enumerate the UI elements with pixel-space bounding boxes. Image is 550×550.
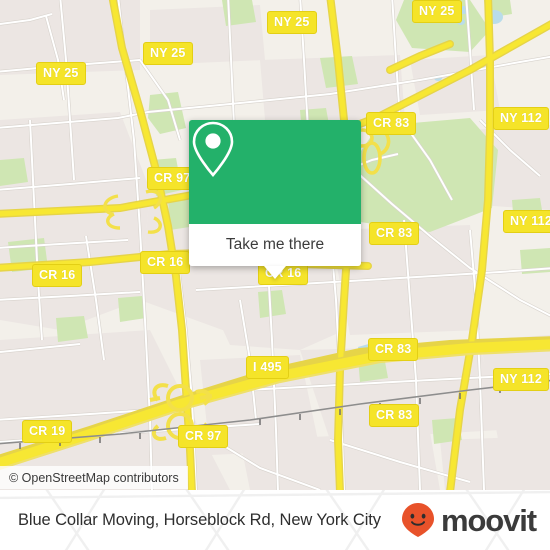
moovit-smiley-pin-icon: [401, 503, 434, 537]
road-shield: CR 16: [140, 251, 191, 274]
road-shield: NY 25: [36, 62, 86, 85]
take-me-there-button[interactable]: Take me there: [189, 224, 361, 279]
popup-tail: [264, 266, 286, 279]
popup-image: [189, 120, 361, 224]
road-shield: CR 83: [369, 222, 420, 245]
road-shield: NY 25: [267, 11, 317, 34]
road-shield: CR 83: [369, 404, 420, 427]
road-shield: NY 112: [493, 107, 549, 130]
map-canvas[interactable]: NY 25 NY 25 NY 25 NY 25 CR 83 NY 112 CR 97 NY 1…: [0, 0, 550, 490]
osm-attribution-text: © OpenStreetMap contributors: [9, 470, 179, 485]
road-shield: NY 112: [493, 368, 549, 391]
road-shield: NY 25: [412, 0, 462, 23]
take-me-there-label: Take me there: [225, 236, 325, 253]
road-shield: CR 83: [366, 112, 417, 135]
road-shield: NY 112: [503, 210, 550, 233]
moovit-wordmark: moovit: [440, 502, 537, 538]
road-shield: CR 16: [32, 264, 83, 287]
road-shield: CR 19: [22, 420, 73, 443]
road-shield: NY 25: [143, 42, 193, 65]
location-popup[interactable]: Take me there: [189, 120, 361, 279]
footer-bar: Blue Collar Moving, Horseblock Rd, New Y…: [0, 490, 550, 550]
road-shield: CR 83: [368, 338, 419, 361]
road-shield: CR 97: [178, 425, 229, 448]
moovit-logo[interactable]: moovit: [401, 490, 537, 550]
place-title: Blue Collar Moving, Horseblock Rd, New Y…: [18, 490, 381, 550]
road-shield: I 495: [246, 356, 289, 379]
map-pin-icon: [192, 121, 234, 177]
map-screen: NY 25 NY 25 NY 25 NY 25 CR 83 NY 112 CR 97 NY 1…: [0, 0, 550, 550]
osm-attribution[interactable]: © OpenStreetMap contributors: [0, 466, 188, 489]
place-title-text: Blue Collar Moving, Horseblock Rd, New Y…: [18, 510, 381, 529]
